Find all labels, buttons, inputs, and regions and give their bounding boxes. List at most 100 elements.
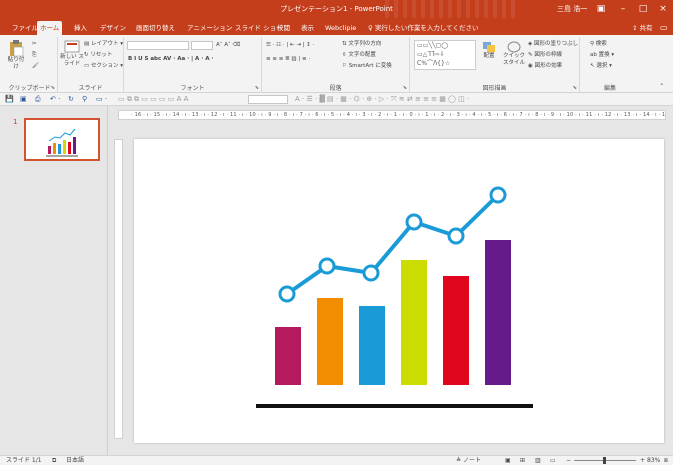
tab-animations[interactable]: アニメーション <box>184 21 235 35</box>
tell-me-box[interactable]: ♀ 実行したい作業を入力してください <box>368 21 478 35</box>
zoom-out-icon[interactable]: − <box>566 456 571 465</box>
ribbon-tabs: ファイル ホーム 挿入 デザイン 画面切り替え アニメーション スライド ショー… <box>0 18 673 35</box>
slideshow-view-icon[interactable]: ▭ <box>550 456 556 465</box>
preview-icon[interactable]: ⚲ <box>82 95 87 104</box>
vertical-ruler <box>114 139 123 439</box>
share-button[interactable]: ⇪ 共有 <box>632 21 653 35</box>
paint-bucket-icon: ◈ <box>528 41 533 47</box>
section-button[interactable]: ▭ セクション ▾ <box>84 62 123 70</box>
new-slide-button[interactable]: 新しい スライド <box>60 40 84 68</box>
font-size-box[interactable] <box>191 41 213 50</box>
qat-font-box[interactable] <box>248 95 288 104</box>
list-icons[interactable]: ☰ · ☷ · | ⇤ ⇥ | ↕ · <box>266 41 314 49</box>
tab-home[interactable]: ホーム <box>37 21 63 35</box>
paragraph-launcher-icon[interactable]: ⬊ <box>403 85 407 91</box>
save-icon[interactable]: 💾 <box>5 95 14 104</box>
font-launcher-icon[interactable]: ⬊ <box>255 85 259 91</box>
select-button[interactable]: ↖ 選択 ▾ <box>590 62 612 70</box>
share-icon: ⇪ <box>632 24 638 32</box>
cursor-icon: ↖ <box>590 63 595 69</box>
shape-outline-button[interactable]: ✎ 図形の枠線 <box>528 51 562 59</box>
toolbar-shape-icons[interactable]: ▭ ⧉ ⧉ ▭ ▭ ▭ ▭ A A <box>118 95 188 104</box>
clipboard-group-label: クリップボード <box>8 85 51 92</box>
quick-access-toolbar: 💾 ▣ ⎙ ↶ · ↻ ⚲ ▭ · ▭ ⧉ ⧉ ▭ ▭ ▭ ▭ A A A · … <box>0 93 673 106</box>
replace-button[interactable]: ab 置換 ▾ <box>590 51 614 59</box>
text-direction-icon: ⇅ <box>342 41 347 47</box>
trend-point-1 <box>278 285 296 303</box>
close-icon[interactable]: × <box>654 2 672 16</box>
fit-slide-icon[interactable]: ⧈ <box>664 456 668 465</box>
clipboard-icon <box>10 40 24 57</box>
bar-1 <box>275 327 301 385</box>
slide-canvas[interactable] <box>134 139 664 443</box>
clipboard-launcher-icon[interactable]: ⬊ <box>51 85 55 91</box>
tab-design[interactable]: デザイン <box>97 21 129 35</box>
copy-icon[interactable]: ⎘ <box>32 51 36 59</box>
align-text-icon: ⇳ <box>342 52 347 58</box>
quick-styles-icon <box>507 41 521 53</box>
thumbnail-chart-icon <box>46 128 78 157</box>
layout-button[interactable]: ▤ レイアウト ▾ <box>84 40 123 48</box>
slide-sorter-icon[interactable]: ⊞ <box>520 456 525 465</box>
tab-review[interactable]: 校閲 <box>274 21 293 35</box>
shape-effects-button[interactable]: ◉ 図形の効果 <box>528 62 562 70</box>
font-name-box[interactable] <box>127 41 189 50</box>
editing-group-label: 編集 <box>603 85 616 92</box>
toolbar-format-icons[interactable]: A · ☰ · ▓ ▤ · ▦ · ⌬ · ⊕ · ▷ · ⤧ ≋ ⇄ ≡ ≡ … <box>295 95 469 104</box>
zoom-in-icon[interactable]: + <box>640 456 645 465</box>
reset-button[interactable]: ↻ リセット <box>84 51 112 59</box>
tell-me-text: 実行したい作業を入力してください <box>374 24 479 32</box>
reading-view-icon[interactable]: ▥ <box>535 456 541 465</box>
notes-button[interactable]: ≜ ノート <box>456 456 481 465</box>
text-direction-button[interactable]: ⇅ 文字列の方向 <box>342 40 381 48</box>
arrange-button[interactable]: 配置 <box>478 41 500 60</box>
group-editing: ⚲ 検索 ab 置換 ▾ ↖ 選択 ▾ 編集 <box>580 37 640 93</box>
grow-font-icon[interactable]: A˄ A˅ ⌫ <box>216 41 240 49</box>
tab-transitions[interactable]: 画面切り替え <box>133 21 178 35</box>
bar-6 <box>485 240 511 385</box>
undo-icon[interactable]: ↶ · <box>50 95 60 104</box>
collapse-ribbon-icon[interactable]: ˄ <box>660 83 664 91</box>
redo-icon[interactable]: ↻ <box>68 95 74 104</box>
shapes-gallery[interactable]: ▭▭╲╲▢◯ ▭△ᒣᒣ⇨⇩ ᑕ%⌒ᐱ{}☆ <box>414 40 476 70</box>
comments-icon[interactable]: ▭ <box>660 23 668 32</box>
normal-view-icon[interactable]: ▣ <box>505 456 511 465</box>
smartart-button[interactable]: ⚐ SmartArt に変換 <box>342 62 392 70</box>
tab-insert[interactable]: 挿入 <box>71 21 90 35</box>
cut-icon[interactable]: ✂ <box>32 40 37 48</box>
bar-4 <box>401 260 427 385</box>
format-painter-icon[interactable]: 🖌 <box>32 62 39 70</box>
group-slides: 新しい スライド ▤ レイアウト ▾ ↻ リセット ▭ セクション ▾ スライド <box>58 37 124 93</box>
layout-icon: ▤ <box>84 41 90 47</box>
print-icon[interactable]: ⎙ <box>35 95 41 104</box>
align-text-button[interactable]: ⇳ 文字の配置 <box>342 51 376 59</box>
zoom-slider-thumb[interactable] <box>603 457 606 464</box>
growth-chart-graphic[interactable] <box>134 139 664 443</box>
zoom-level[interactable]: 83% <box>647 456 660 465</box>
minimize-icon[interactable]: – <box>614 2 632 16</box>
shape-fill-button[interactable]: ◈ 図形の塗りつぶし <box>528 40 578 48</box>
drawing-launcher-icon[interactable]: ⬊ <box>573 85 577 91</box>
slide-thumbnail[interactable] <box>24 118 100 161</box>
trend-point-6 <box>489 186 507 204</box>
tab-view[interactable]: 表示 <box>298 21 317 35</box>
new-slide-icon <box>64 40 80 53</box>
user-name[interactable]: 三島 浩一 <box>557 4 587 14</box>
paste-button[interactable]: 貼り付け <box>6 39 26 71</box>
quick-styles-button[interactable]: クイック スタイル <box>502 41 526 67</box>
bar-5 <box>443 276 469 385</box>
section-icon: ▭ <box>84 63 90 69</box>
ribbon: 貼り付け ✂ ⎘ 🖌 クリップボード ⬊ 新しい スライド ▤ レイアウト ▾ … <box>0 35 673 93</box>
tab-webclipie[interactable]: Webclipie <box>322 21 359 35</box>
restore-icon[interactable]: □ <box>634 2 652 16</box>
font-format-icons[interactable]: B I U S abc AV · Aa · | A · A · <box>128 55 213 63</box>
trend-point-2 <box>318 257 336 275</box>
spellcheck-icon[interactable]: ⧉ <box>52 456 56 465</box>
align-icons[interactable]: ≡ ≡ ≡ ≣ ▥ | ≡ · <box>266 55 310 63</box>
find-button[interactable]: ⚲ 検索 <box>590 40 607 48</box>
new-slide-qat-icon[interactable]: ▭ · <box>96 95 107 104</box>
ribbon-display-icon[interactable]: ▣ <box>592 2 610 16</box>
language-indicator[interactable]: 日本語 <box>66 456 84 465</box>
save-as-icon[interactable]: ▣ <box>20 95 27 104</box>
replace-icon: ab <box>590 52 597 58</box>
